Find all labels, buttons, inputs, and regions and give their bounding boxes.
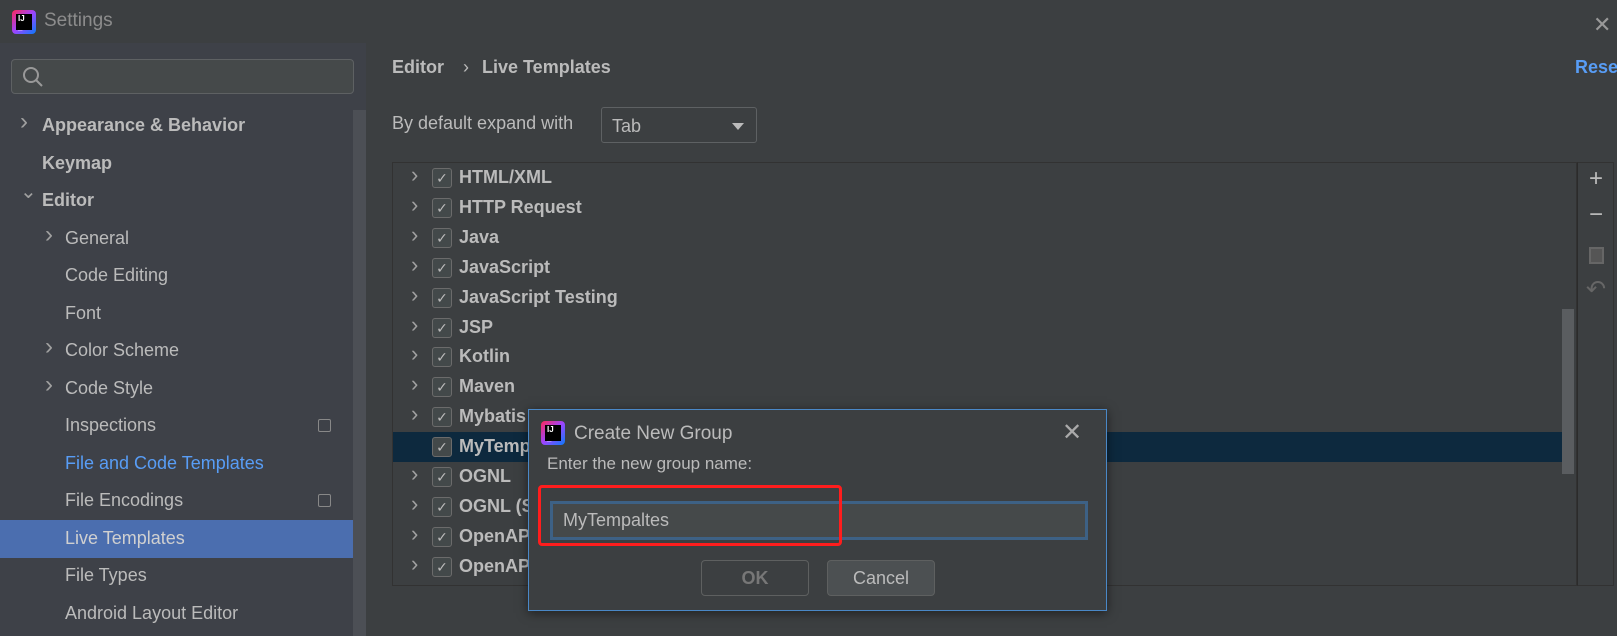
chevron-right-icon[interactable]: › [411,312,418,338]
sidebar-item[interactable]: Inspections [65,406,156,444]
template-group-row[interactable]: › ✓ Java [393,222,1563,253]
group-checkbox[interactable]: ✓ [432,496,452,517]
undo-icon[interactable]: ↶ [1578,275,1614,304]
group-name: HTTP Request [459,196,582,217]
dropdown-arrow-icon [732,123,744,130]
sidebar-item[interactable]: Code Style [65,369,153,407]
list-toolbar: + − ↶ [1577,162,1614,586]
sidebar-item[interactable]: Editor [42,181,94,219]
list-scrollbar[interactable] [1562,309,1574,474]
sidebar-item[interactable]: Font [65,294,101,332]
group-name-label: Enter the new group name: [547,454,753,473]
chevron-right-icon[interactable]: › [411,551,418,577]
chevron-right-icon[interactable]: › [411,222,418,248]
group-checkbox[interactable]: ✓ [432,556,452,577]
project-scope-icon [318,419,331,432]
group-name: Maven [459,376,516,397]
group-checkbox[interactable]: ✓ [432,407,452,428]
sidebar-item[interactable]: Android Layout Editor [65,594,238,632]
add-button[interactable]: + [1578,165,1614,193]
group-name: MyTemp [459,436,531,457]
window-title: Settings [44,10,113,31]
chevron-right-icon[interactable]: › [45,371,53,399]
template-group-row[interactable]: › ✓ JavaScript Testing [393,282,1563,313]
group-name: OpenAP [459,555,531,576]
template-group-row[interactable]: › ✓ JavaScript [393,252,1563,283]
sidebar-item[interactable]: Code Editing [65,256,168,294]
breadcrumb-editor[interactable]: Editor [392,57,444,78]
template-group-row[interactable]: › ✓ HTTP Request [393,192,1563,223]
group-name: JSP [459,316,494,337]
expand-label: By default expand with [392,113,574,133]
expand-with-dropdown[interactable]: Tab [601,107,757,143]
close-icon[interactable]: ✕ [1593,12,1611,38]
create-new-group-dialog: IJ _ Create New Group ✕ Enter the new gro… [528,409,1107,611]
reset-link[interactable]: Reset [1575,57,1617,78]
search-icon [23,67,43,87]
chevron-right-icon[interactable]: › [411,163,418,188]
title-bar [0,0,1617,43]
chevron-right-icon[interactable]: › [45,221,53,249]
chevron-right-icon[interactable]: › [411,461,418,487]
group-name: JavaScript Testing [459,286,618,307]
group-name: OGNL [459,466,511,486]
dialog-title: Create New Group [574,423,733,444]
search-input[interactable] [11,59,354,94]
dialog-close-icon[interactable]: ✕ [1062,418,1082,447]
group-name: OpenAP [459,525,531,546]
group-name: JavaScript [459,256,551,277]
sidebar-item[interactable]: File and Code Templates [65,444,264,482]
group-name: Mybatis [459,406,527,427]
chevron-right-icon[interactable]: › [411,491,418,517]
expand-value: Tab [612,116,642,136]
group-checkbox[interactable]: ✓ [432,467,452,487]
chevron-right-icon[interactable]: › [411,341,418,367]
template-group-row[interactable]: › ✓ HTML/XML [393,163,1563,193]
sidebar-item[interactable]: File Types [65,556,147,594]
group-checkbox[interactable]: ✓ [432,197,452,218]
sidebar-item[interactable]: File Encodings [65,481,183,519]
intellij-logo-icon: IJ _ [541,421,565,445]
sidebar-item[interactable]: Keymap [42,144,112,182]
group-name: Kotlin [459,346,510,367]
chevron-right-icon[interactable]: › [411,371,418,397]
intellij-logo-icon: IJ _ [12,10,36,34]
chevron-right-icon[interactable]: › [411,282,418,308]
breadcrumb-separator: › [463,57,469,77]
sidebar-scrollbar[interactable] [353,110,366,636]
group-checkbox[interactable]: ✓ [432,347,452,368]
chevron-right-icon[interactable]: › [411,401,418,427]
group-name: HTML/XML [459,167,552,187]
sidebar-item[interactable]: Appearance & Behavior [42,106,245,144]
chevron-right-icon[interactable]: › [411,521,418,547]
sidebar-item[interactable]: Color Scheme [65,331,179,369]
group-checkbox[interactable]: ✓ [432,526,452,547]
highlight-annotation [538,485,842,546]
chevron-right-icon[interactable]: › [411,252,418,278]
group-checkbox[interactable]: ✓ [432,437,452,458]
chevron-right-icon[interactable]: › [20,108,28,136]
group-checkbox[interactable]: ✓ [432,287,452,308]
template-group-row[interactable]: › ✓ JSP [393,312,1563,343]
group-checkbox[interactable]: ✓ [432,317,452,338]
group-checkbox[interactable]: ✓ [432,377,452,398]
sidebar-item[interactable]: Live Templates [65,519,185,557]
group-name: OGNL (S [459,495,534,516]
ok-button[interactable]: OK [701,560,809,596]
group-checkbox[interactable]: ✓ [432,227,452,248]
copy-icon[interactable] [1578,243,1614,271]
cancel-button[interactable]: Cancel [827,560,935,596]
chevron-right-icon[interactable]: › [45,333,53,361]
project-scope-icon [318,494,331,507]
chevron-right-icon[interactable]: › [411,192,418,218]
group-checkbox[interactable]: ✓ [432,257,452,278]
remove-button[interactable]: − [1578,201,1614,229]
breadcrumb-live-templates: Live Templates [482,57,611,77]
sidebar-item[interactable]: General [65,219,129,257]
group-checkbox[interactable]: ✓ [432,168,452,188]
group-name: Java [459,226,500,247]
template-group-row[interactable]: › ✓ Maven [393,371,1563,402]
chevron-down-icon[interactable]: ⌄ [20,179,37,204]
template-group-row[interactable]: › ✓ Kotlin [393,341,1563,372]
